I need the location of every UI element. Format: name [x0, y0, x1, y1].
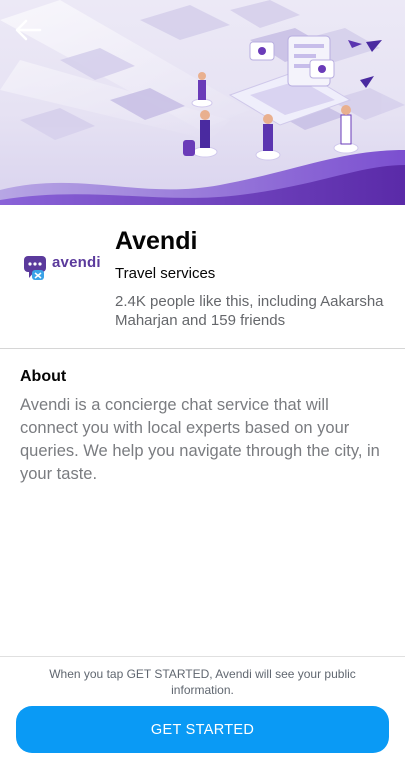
about-heading: About	[20, 368, 67, 385]
avendi-logo: avendi	[20, 250, 101, 286]
page-title: Avendi	[115, 227, 198, 255]
about-description: Avendi is a concierge chat service that …	[20, 396, 380, 483]
page-category: Travel services	[115, 265, 216, 282]
city-travel-illustration	[0, 0, 405, 205]
get-started-button[interactable]: GET STARTED	[16, 706, 389, 753]
likes-summary: 2.4K people like this, including Aakarsh…	[115, 293, 384, 329]
logo-wordmark: avendi	[52, 254, 101, 271]
avendi-logo-icon	[24, 256, 46, 280]
messenger-page-intro: avendi Avendi Travel services 2.4K peopl…	[0, 0, 405, 763]
about-section: About Avendi is a concierge chat service…	[20, 368, 385, 486]
page-header: avendi Avendi Travel services 2.4K peopl…	[0, 205, 405, 348]
back-arrow-icon[interactable]	[14, 18, 42, 42]
section-divider	[0, 348, 405, 349]
consent-notice: When you tap GET STARTED, Avendi will se…	[49, 667, 356, 697]
hero-illustration	[0, 0, 405, 205]
footer-divider	[0, 656, 405, 657]
